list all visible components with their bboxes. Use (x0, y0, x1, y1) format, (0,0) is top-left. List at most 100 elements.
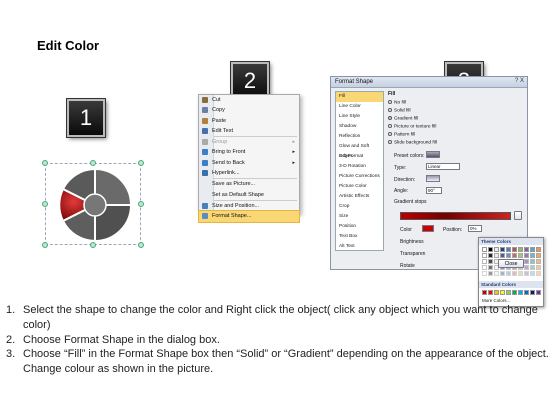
menu-item[interactable]: Set as Default Shape (199, 190, 299, 200)
color-swatch[interactable] (500, 253, 505, 258)
color-swatch[interactable] (488, 247, 493, 252)
color-swatch[interactable] (494, 290, 499, 295)
category-item[interactable]: Picture Color (336, 182, 383, 192)
segmented-circle-shape[interactable] (45, 163, 141, 245)
fill-option-radio[interactable]: Gradient fill (388, 116, 418, 121)
color-swatch[interactable] (500, 290, 505, 295)
menu-item[interactable]: Paste (199, 116, 299, 126)
category-item[interactable]: Shadow (336, 122, 383, 132)
resize-handle[interactable] (138, 160, 144, 166)
color-swatch[interactable] (494, 247, 499, 252)
color-swatch[interactable] (518, 247, 523, 252)
color-swatch[interactable] (524, 265, 529, 270)
color-swatch[interactable] (518, 290, 523, 295)
color-swatch[interactable] (512, 290, 517, 295)
color-swatch[interactable] (524, 247, 529, 252)
category-item[interactable]: 3-D Rotation (336, 162, 383, 172)
menu-item[interactable]: Send to Back ▸ (199, 158, 299, 168)
color-swatch[interactable] (506, 271, 511, 276)
category-item[interactable]: Line Style (336, 112, 383, 122)
category-item[interactable]: Glow and Soft Edges (336, 142, 383, 159)
color-swatch[interactable] (482, 259, 487, 264)
menu-item[interactable]: Bring to Front ▸ (199, 147, 299, 157)
color-swatch[interactable] (512, 271, 517, 276)
resize-handle[interactable] (42, 160, 48, 166)
color-swatch[interactable] (482, 265, 487, 270)
category-item[interactable]: Fill (336, 92, 383, 102)
color-swatch[interactable] (530, 290, 535, 295)
color-swatch[interactable] (524, 253, 529, 258)
menu-item[interactable]: Save as Picture... (199, 179, 299, 189)
color-swatch[interactable] (536, 290, 541, 295)
color-swatch[interactable] (518, 253, 523, 258)
shape-selection-panel[interactable] (42, 160, 144, 248)
fill-option-radio[interactable]: Slide background fill (388, 140, 437, 145)
color-swatch[interactable] (488, 271, 493, 276)
color-swatch[interactable] (482, 247, 487, 252)
color-swatch[interactable] (482, 253, 487, 258)
menu-item[interactable]: Format Shape... (198, 210, 300, 223)
color-picker-button[interactable] (422, 225, 434, 232)
category-item[interactable]: Size (336, 212, 383, 222)
color-swatch[interactable] (500, 271, 505, 276)
color-swatch[interactable] (482, 271, 487, 276)
category-item[interactable]: Line Color (336, 102, 383, 112)
dialog-title-buttons[interactable]: ? X (515, 78, 524, 84)
category-item[interactable]: Picture Corrections (336, 172, 383, 182)
resize-handle[interactable] (138, 201, 144, 207)
color-swatch[interactable] (536, 271, 541, 276)
color-swatch[interactable] (506, 253, 511, 258)
color-swatch[interactable] (530, 247, 535, 252)
color-swatch[interactable] (488, 253, 493, 258)
resize-handle[interactable] (138, 242, 144, 248)
direction-dropdown[interactable] (426, 175, 440, 182)
color-swatch[interactable] (530, 259, 535, 264)
color-swatch[interactable] (500, 247, 505, 252)
resize-handle[interactable] (90, 160, 96, 166)
fill-option-radio[interactable]: No fill (388, 100, 406, 105)
position-input[interactable]: 0% (468, 225, 482, 232)
menu-item[interactable]: Size and Position... (199, 201, 299, 211)
color-swatch[interactable] (512, 253, 517, 258)
color-swatch[interactable] (482, 290, 487, 295)
color-swatch[interactable] (488, 290, 493, 295)
color-swatch[interactable] (530, 253, 535, 258)
resize-handle[interactable] (42, 201, 48, 207)
color-swatch[interactable] (506, 247, 511, 252)
fill-option-radio[interactable]: Solid fill (388, 108, 411, 113)
category-item[interactable]: Text Box (336, 232, 383, 242)
preset-colors-dropdown[interactable] (426, 151, 440, 158)
color-swatch[interactable] (536, 247, 541, 252)
menu-item[interactable]: Hyperlink... (199, 168, 299, 178)
resize-handle[interactable] (90, 242, 96, 248)
category-item[interactable]: Position (336, 222, 383, 232)
category-item[interactable]: Reflection (336, 132, 383, 142)
menu-item[interactable]: Edit Text (199, 126, 299, 136)
color-swatch[interactable] (536, 265, 541, 270)
color-swatch[interactable] (518, 271, 523, 276)
gradient-stops-bar[interactable] (400, 212, 511, 220)
menu-item[interactable]: Copy (199, 105, 299, 115)
color-swatch[interactable] (524, 290, 529, 295)
add-stop-button[interactable] (514, 211, 522, 220)
color-swatch[interactable] (524, 259, 529, 264)
color-swatch[interactable] (488, 265, 493, 270)
resize-handle[interactable] (42, 242, 48, 248)
menu-item[interactable]: Cut (199, 95, 299, 105)
type-dropdown[interactable]: Linear (426, 163, 460, 170)
color-swatch[interactable] (506, 290, 511, 295)
rotate-checkbox-label[interactable]: Rotate (400, 263, 415, 269)
color-swatch[interactable] (494, 253, 499, 258)
category-item[interactable]: Artistic Effects (336, 192, 383, 202)
angle-input[interactable]: 90° (426, 187, 442, 194)
color-swatch[interactable] (530, 265, 535, 270)
category-item[interactable]: Crop (336, 202, 383, 212)
menu-item[interactable]: Group ▸ (199, 137, 299, 147)
close-button[interactable]: Close (498, 259, 524, 268)
fill-option-radio[interactable]: Picture or texture fill (388, 124, 436, 129)
color-swatch[interactable] (536, 259, 541, 264)
fill-option-radio[interactable]: Pattern fill (388, 132, 415, 137)
color-swatch[interactable] (494, 271, 499, 276)
color-swatch[interactable] (536, 253, 541, 258)
category-item[interactable]: Alt Text (336, 242, 383, 252)
